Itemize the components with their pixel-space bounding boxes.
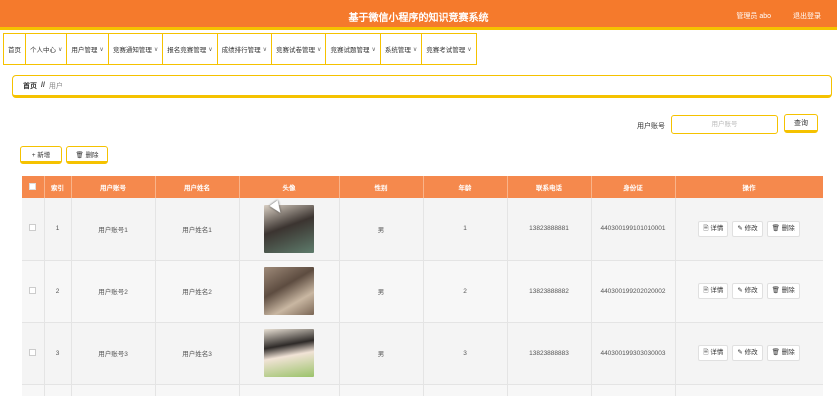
cell-gender: 男: [339, 198, 424, 261]
delete-button[interactable]: 🗑 删除: [766, 220, 800, 237]
nav-item-home[interactable]: 首页: [3, 33, 26, 65]
chevron-down-icon: ∨: [153, 46, 159, 53]
detail-button[interactable]: 🗎 详情: [698, 345, 729, 361]
edit-icon: ✎: [737, 224, 743, 232]
cell-age: 3: [423, 322, 508, 385]
edit-button[interactable]: ✎ 修改: [732, 283, 763, 299]
table-header-row: 索引 用户账号 用户姓名 头像 性别 年龄 联系电话 身份证 操作: [22, 176, 823, 198]
cell-id-card: 440300199101010001: [591, 198, 676, 261]
edit-icon: ✎: [737, 349, 743, 356]
table-row: 1 用户账号1 用户姓名1 男 1 13823888881 4403001991…: [22, 198, 823, 261]
cell-id-card: 440300199202020002: [591, 260, 676, 323]
cell-age: 2: [423, 260, 508, 323]
row-checkbox[interactable]: [29, 348, 37, 356]
breadcrumb-home[interactable]: 首页: [23, 81, 37, 91]
user-table-container: 索引 用户账号 用户姓名 头像 性别 年龄 联系电话 身份证 操作 1 用户账号…: [22, 176, 823, 396]
cell-account: 用户账号3: [71, 322, 156, 385]
col-header-gender: 性别: [339, 176, 424, 198]
trash-icon: 🗑: [771, 224, 780, 232]
row-checkbox[interactable]: [29, 286, 37, 294]
file-icon: 🗎: [703, 349, 709, 356]
delete-button[interactable]: 🗑 删除: [766, 345, 800, 361]
table-row: 3 用户账号3 用户姓名3 男 3 13823888883 4403001993…: [22, 322, 823, 385]
cell-name: 用户姓名3: [155, 322, 240, 385]
nav-item-system[interactable]: 系统管理 ∨: [380, 33, 423, 65]
edit-button[interactable]: ✎ 修改: [732, 345, 763, 361]
breadcrumb-separator: //: [41, 82, 45, 89]
cell-account: 用户账号2: [71, 260, 156, 323]
detail-button[interactable]: 🗎 详情: [698, 283, 729, 299]
col-header-id-card: 身份证: [591, 176, 676, 198]
logout-link[interactable]: 退出登录: [793, 11, 821, 21]
table-row: [22, 384, 823, 396]
file-icon: 🗎: [703, 224, 709, 232]
cell-index: 1: [44, 198, 72, 261]
cell-gender: 男: [339, 260, 424, 323]
col-header-account: 用户账号: [71, 176, 156, 198]
user-table: 索引 用户账号 用户姓名 头像 性别 年龄 联系电话 身份证 操作 1 用户账号…: [22, 176, 823, 396]
col-header-avatar: 头像: [239, 176, 340, 198]
main-nav: 首页 个人中心 ∨ 用户管理 ∨ 竞赛通知管理 ∨ 报名竞赛管理 ∨ 成绩排行管理 ∨ 竞…: [0, 33, 477, 65]
avatar: [264, 267, 314, 315]
chevron-down-icon: ∨: [208, 46, 213, 53]
cell-name: 用户姓名2: [155, 260, 240, 323]
cell-phone: 13823888883: [507, 322, 592, 385]
row-checkbox[interactable]: [29, 224, 37, 232]
trash-icon: 🗑: [771, 349, 780, 356]
edit-button[interactable]: ✎ 修改: [732, 220, 763, 237]
col-header-phone: 联系电话: [507, 176, 592, 198]
chevron-down-icon: ∨: [317, 46, 322, 53]
nav-item-contest-notice[interactable]: 竞赛通知管理 ∨: [108, 33, 164, 65]
file-icon: 🗎: [703, 287, 709, 294]
select-all-checkbox[interactable]: [29, 182, 37, 190]
cell-phone: 13823888881: [507, 198, 592, 261]
cell-account: 用户账号1: [71, 198, 156, 261]
nav-item-contest-question[interactable]: 竞赛试题管理 ∨: [326, 33, 381, 65]
breadcrumb: 首页 // 用户: [12, 75, 832, 98]
col-header-actions: 操作: [675, 176, 823, 198]
cell-index: 2: [44, 260, 72, 323]
nav-item-personal-center[interactable]: 个人中心 ∨: [26, 33, 68, 65]
chevron-down-icon: ∨: [58, 46, 63, 53]
cell-phone: 13823888882: [507, 260, 592, 323]
trash-icon: 🗑: [771, 287, 780, 294]
admin-label: 管理员 abo: [736, 13, 771, 20]
nav-item-contest-signup[interactable]: 报名竞赛管理 ∨: [163, 33, 218, 65]
edit-icon: ✎: [737, 287, 743, 294]
bulk-delete-button[interactable]: 🗑 删除: [66, 146, 108, 164]
avatar: [264, 204, 314, 253]
nav-item-contest-exam[interactable]: 竞赛考试管理 ∨: [422, 33, 477, 65]
cell-index: 3: [44, 322, 72, 385]
app-title: 基于微信小程序的知识竞赛系统: [348, 13, 489, 24]
col-header-index: 索引: [44, 176, 72, 198]
chevron-down-icon: ∨: [412, 46, 418, 53]
col-header-age: 年龄: [423, 176, 508, 198]
avatar: [264, 329, 314, 377]
nav-item-user-management[interactable]: 用户管理 ∨: [67, 33, 109, 65]
nav-item-contest-paper[interactable]: 竞赛试卷管理 ∨: [272, 33, 327, 65]
query-button[interactable]: 查询: [784, 114, 818, 133]
chevron-down-icon: ∨: [262, 46, 268, 53]
cell-gender: 男: [339, 322, 424, 385]
cell-id-card: 440300199303030003: [591, 322, 676, 385]
chevron-down-icon: ∨: [99, 46, 104, 53]
chevron-down-icon: ∨: [371, 46, 376, 53]
top-header-bar: 基于微信小程序的知识竞赛系统 管理员 abo 退出登录: [0, 0, 837, 30]
search-input[interactable]: [671, 115, 778, 134]
table-row: 2 用户账号2 用户姓名2 男 2 13823888882 4403001992…: [22, 260, 823, 323]
cell-age: 1: [423, 198, 508, 261]
search-label: 用户账号: [637, 123, 665, 130]
chevron-down-icon: ∨: [467, 46, 472, 53]
delete-button[interactable]: 🗑 删除: [766, 283, 800, 299]
nav-item-score-ranking[interactable]: 成绩排行管理 ∨: [217, 33, 273, 65]
trash-icon: 🗑: [75, 152, 84, 159]
cell-name: 用户姓名1: [155, 198, 240, 261]
col-header-name: 用户姓名: [155, 176, 240, 198]
breadcrumb-current: 用户: [48, 82, 63, 90]
add-button[interactable]: + 新增: [20, 146, 62, 164]
detail-button[interactable]: 🗎 详情: [698, 220, 729, 237]
select-all-header[interactable]: [22, 176, 45, 198]
